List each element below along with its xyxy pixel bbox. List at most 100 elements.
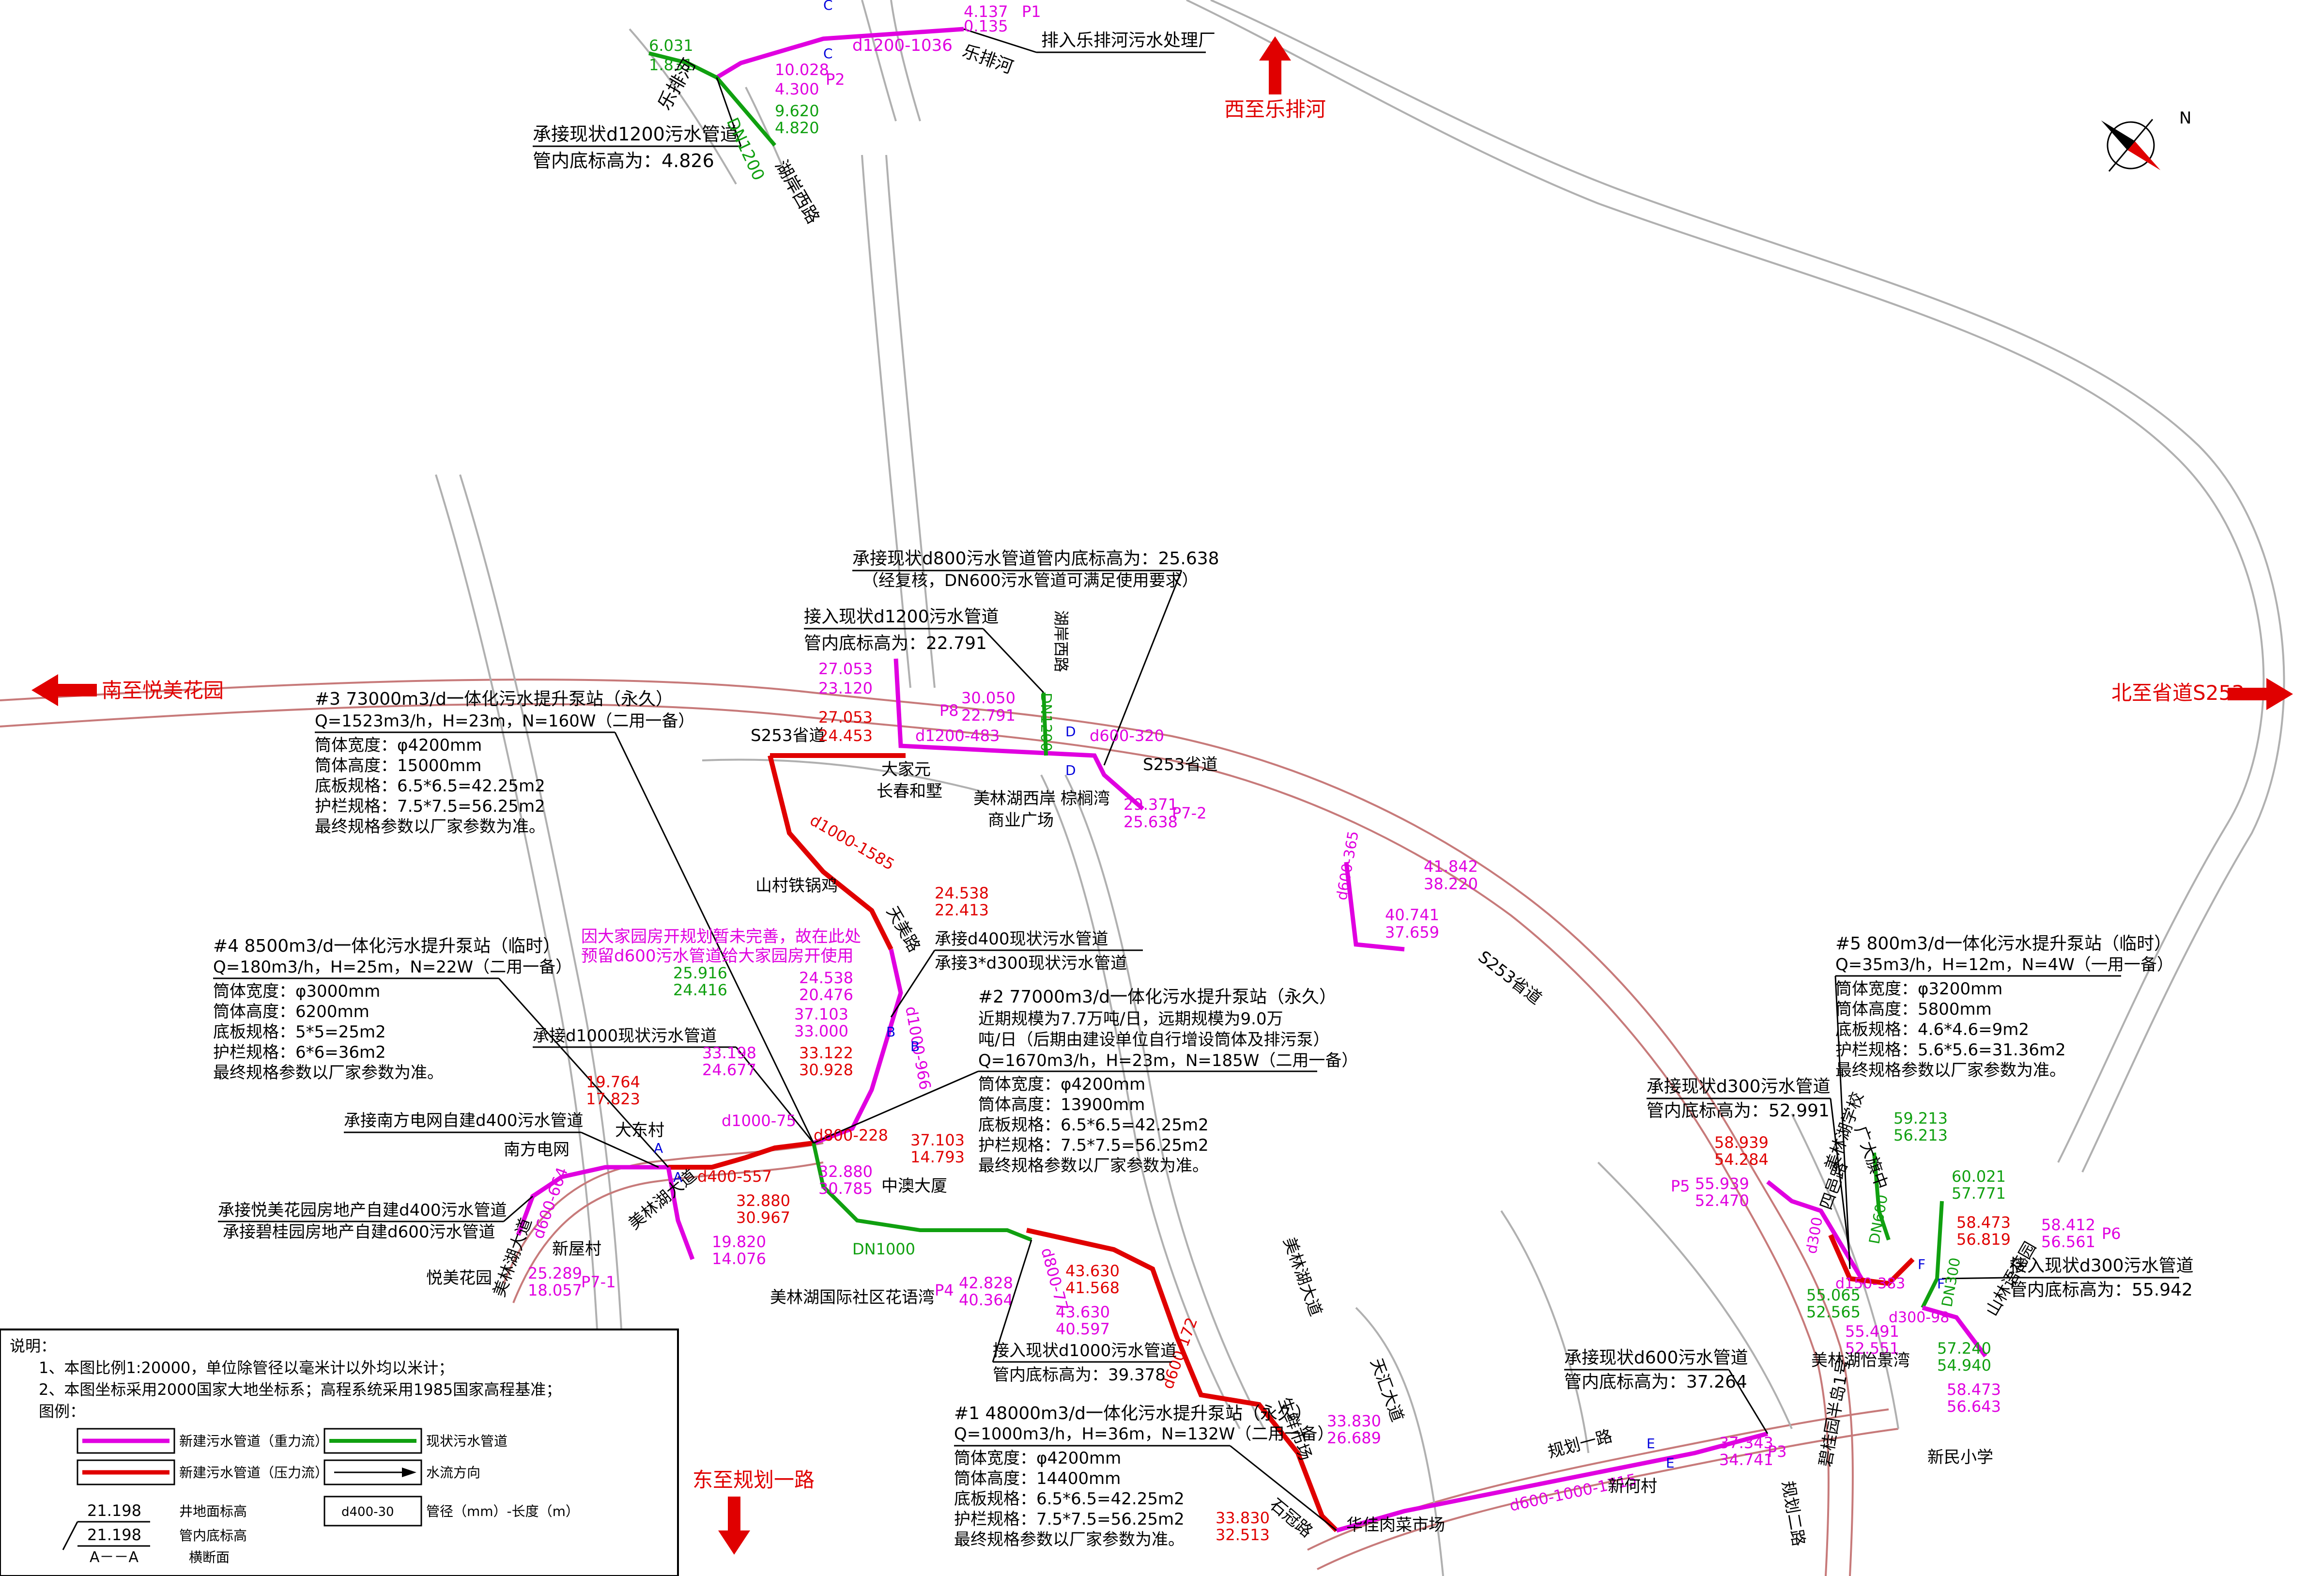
d800-note-a: 承接现状d800污水管道管内底标高为：25.638 [852,549,1219,569]
road-lake-curve [1186,0,2265,1163]
place-xinmin: 新民小学 [1927,1448,1993,1467]
legend-invert-value: 21.198 [87,1526,141,1544]
station-1-l5: 最终规格参数以厂家参数为准。 [954,1530,1185,1549]
elev-p2-invert: 4.300 [775,80,819,98]
legend-flow-text: 水流方向 [426,1465,480,1481]
label-p6: P6 [2102,1224,2121,1243]
d1200-note-b: 管内底标高为：22.791 [804,633,987,653]
elev-r4: 14.793 [910,1148,965,1166]
elev-r-ground: 40.741 [1385,906,1439,924]
pipe-label-d800-228: d800-228 [814,1126,888,1144]
station-5-l3: 底板规格：4.6*4.6=9m2 [1835,1020,2029,1039]
connect-d1200-a: 承接现状d1200污水管道 [533,124,739,145]
note-1: 1、本图比例1:20000，单位除管径以毫米计以外均以米计； [39,1359,454,1377]
elev-p72-ground: 29.371 [1124,795,1178,814]
place-shancun: 山村铁锅鸡 [755,876,838,896]
elev-e-g2: 56.213 [1893,1126,1948,1144]
station-3-l5: 最终规格参数以厂家参数为准。 [315,817,545,836]
label-p5: P5 [1671,1177,1690,1195]
d1000-connect-note-b: 管内底标高为：39.378 [993,1365,1166,1385]
section-a-top: A [654,1140,663,1156]
elev-m1: 37.103 [794,1005,848,1023]
legend-pressure-text: 新建污水管道（压力流） [179,1465,328,1481]
road-top-2 [890,0,921,122]
elev-k2: 32.513 [1216,1526,1270,1544]
elev-e-g4: 57.771 [1952,1184,2006,1203]
pipes [516,27,1987,1533]
arrow-west: 西至乐排河 [1224,36,1326,121]
elev-e-a2: 54.284 [1714,1150,1769,1169]
place-dajiayuan: 大家元 [881,760,931,779]
sewer-network-map: 西至乐排河 南至悦美花园 北至省道S253 东至规划一路 N 排入乐排河污水处理… [0,0,2293,1576]
d1000-in-note: 承接d1000现状污水管道 [533,1026,717,1046]
elev-e-m3: 58.473 [1947,1380,2001,1399]
elev-m5: 33.122 [799,1044,853,1062]
elev-a3: 27.053 [818,708,873,726]
elev-e-a4: 52.470 [1695,1191,1749,1210]
road-s253-label-1: S253省道 [751,726,825,745]
connect-d1200-b: 管内底标高为：4.826 [533,150,714,171]
elev-g2: 24.416 [673,981,727,999]
elev-n1: 43.630 [1065,1262,1120,1280]
place-xinwu: 新屋村 [552,1239,601,1259]
elev-n4: 40.597 [1056,1320,1110,1338]
section-f-top: F [1918,1256,1925,1272]
label-p1: P1 [1022,2,1041,21]
station-1-l4: 护栏规格：7.5*7.5=56.25m2 [954,1510,1185,1529]
label-p4: P4 [935,1281,954,1299]
compass-needle-south [2127,140,2161,170]
station-3-q: Q=1523m3/h，H=23m，N=160W（二用一备） [315,711,694,731]
arrow-south: 南至悦美花园 [31,674,224,706]
elev-e-g6: 52.565 [1806,1303,1861,1321]
d300-note-a: 承接现状d300污水管道 [1647,1077,1831,1097]
station-3-l2: 筒体高度：15000mm [315,756,481,775]
elev-m6: 30.928 [799,1061,853,1079]
section-a-bottom: A [673,1169,682,1185]
pipe-label-d600-664: d600-664 [529,1165,571,1241]
d1000-connect-note-a: 接入现状d1000污水管道 [993,1341,1177,1360]
legend-section-sample: A－－A [90,1549,139,1566]
elev-n2: 41.568 [1065,1279,1120,1297]
elev-p71-ground: 25.289 [528,1264,582,1282]
legend-section-label: 横断面 [189,1549,230,1565]
d800-note-b: （经复核，DN600污水管道可满足使用要求） [862,571,1199,590]
elev-a2: 23.120 [818,679,873,697]
station-5-l5: 最终规格参数以厂家参数为准。 [1835,1061,2066,1080]
place-xian: 美林湖西岸 [973,789,1056,808]
station-2-d1: 近期规模为7.7万吨/日，远期规模为9.0万 [978,1009,1283,1029]
station-4-l1: 筒体宽度：φ3000mm [213,982,380,1001]
elev-p71-invert: 18.057 [528,1281,582,1299]
station-1-note: #1 48000m3/d一体化污水提升泵站（永久） Q=1000m3/h，H=3… [954,1404,1337,1549]
river-label-2: 乐排河 [960,41,1016,77]
station-2-q: Q=1670m3/h，H=23m，N=185W（二用一备） [978,1051,1358,1070]
elev-e-r2: 56.819 [1956,1230,2011,1249]
elev-p6-invert: 56.561 [2041,1233,2095,1251]
place-zonglvwan: 棕榈湾 [1061,789,1110,808]
legend-ground-value: 21.198 [87,1501,141,1520]
elev-p1-invert: 0.135 [964,17,1008,35]
legend-pipe-sample: d400-30 [341,1505,394,1519]
elev-e-g1: 59.213 [1893,1109,1948,1128]
place-guihua2: 规划二路 [1778,1480,1808,1548]
elev-e-g8: 54.940 [1937,1356,1991,1375]
place-zhongao: 中澳大厦 [881,1176,947,1196]
legend-existing-text: 现状污水管道 [426,1433,508,1449]
elev-a4: 24.453 [818,726,873,745]
station-3-l4: 护栏规格：7.5*7.5=56.25m2 [315,797,545,816]
yuemei-note-1: 承接悦美花园房地产自建d400污水管道 [218,1201,507,1220]
section-b-right: B [910,1038,920,1054]
station-3-title: #3 73000m3/d一体化污水提升泵站（永久） [315,689,673,709]
pipe-d800-228 [668,1141,814,1170]
d300-note-b: 管内底标高为：52.991 [1647,1101,1830,1121]
station-2-d2: 吨/日（后期由建设单位自行增设筒体及排污泵） [978,1030,1329,1050]
label-east: 东至规划一路 [693,1468,815,1492]
label-north: 北至省道S253 [2111,681,2245,705]
elev-p8-ground: 30.050 [961,689,1016,707]
outlet-note: 排入乐排河污水处理厂 [1041,31,1216,50]
elev-e-r1: 58.473 [1956,1213,2011,1232]
middle-labels: 承接现状d800污水管道管内底标高为：25.638 （经复核，DN600污水管道… [751,549,1545,1008]
yuemei-note-2: 承接碧桂园房地产自建d600污水管道 [223,1222,495,1242]
label-p72: P7-2 [1172,804,1207,822]
d1200-note-a: 接入现状d1200污水管道 [804,607,999,627]
station-5-l1: 筒体宽度：φ3200mm [1835,979,2002,999]
